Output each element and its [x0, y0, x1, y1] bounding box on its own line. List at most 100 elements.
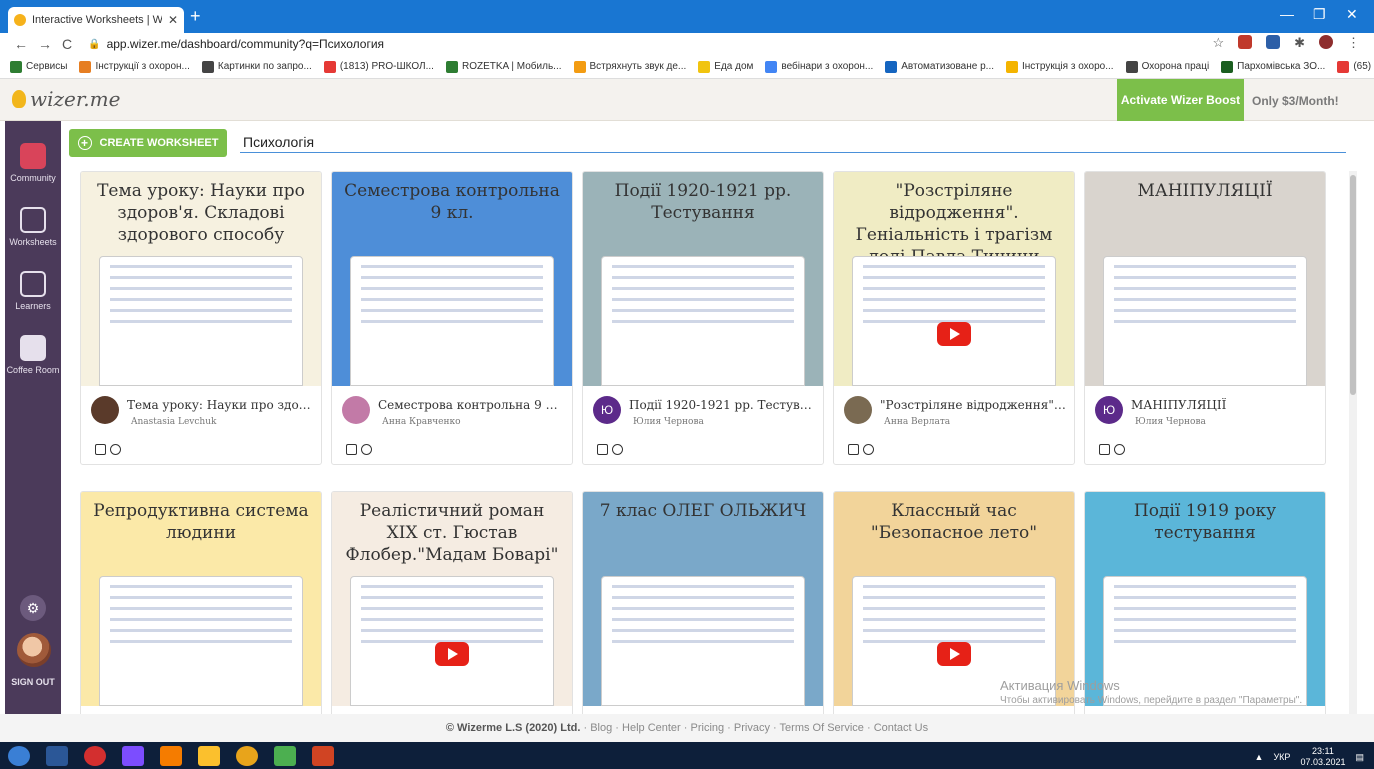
chrome-icon[interactable] — [236, 745, 258, 766]
close-tab-icon[interactable]: ✕ — [168, 13, 178, 27]
footer-link[interactable]: Blog — [590, 722, 612, 734]
forward-icon[interactable]: → — [38, 36, 52, 52]
activate-boost-button[interactable]: Activate Wizer Boost — [1117, 79, 1244, 121]
start-icon[interactable] — [8, 745, 30, 766]
comments-icon[interactable] — [361, 444, 372, 455]
bookmark-item[interactable]: Автоматизоване р... — [885, 60, 994, 73]
footer-link[interactable]: Contact Us — [874, 722, 928, 734]
url-field[interactable]: app.wizer.me/dashboard/community?q=Психо… — [107, 37, 384, 51]
bookmark-item[interactable]: Інструкція з охоро... — [1006, 60, 1114, 73]
card-author[interactable]: Юлия Чернова — [1135, 417, 1206, 427]
bookmark-item[interactable]: Пархомівська ЗО... — [1221, 60, 1325, 73]
worksheet-card[interactable]: Реалістичний роман XIX ст. Гюстав Флобер… — [331, 491, 573, 714]
author-avatar[interactable]: Ю — [593, 396, 621, 424]
photos-icon[interactable] — [160, 745, 182, 766]
worksheet-card[interactable]: 7 клас ОЛЕГ ОЛЬЖИЧ — [582, 491, 824, 714]
puzzle-icon[interactable]: ✱ — [1294, 35, 1305, 51]
minimize-icon[interactable]: — — [1280, 6, 1294, 22]
network-icon[interactable]: ▲ — [1255, 752, 1264, 762]
video-play-icon[interactable] — [435, 642, 469, 666]
wizer-logo[interactable]: wizer.me — [12, 87, 120, 111]
card-title[interactable]: Тема уроку: Науки про здоров'я.... — [127, 398, 313, 412]
comments-icon[interactable] — [863, 444, 874, 455]
card-title[interactable]: Події 1920-1921 рр. Тестування — [629, 398, 815, 412]
video-play-icon[interactable] — [937, 322, 971, 346]
bookmark-item[interactable]: Еда дом — [698, 60, 753, 73]
worksheet-thumbnail[interactable]: Семестрова контрольна 9 кл. — [332, 172, 572, 386]
sidebar-item-worksheets[interactable]: Worksheets — [5, 207, 61, 247]
card-author[interactable]: Юлия Чернова — [633, 417, 704, 427]
sidebar-item-community[interactable]: Community — [5, 143, 61, 183]
restore-icon[interactable]: ❐ — [1313, 6, 1326, 23]
comments-icon[interactable] — [110, 444, 121, 455]
worksheet-card[interactable]: Події 1920-1921 рр. Тестування Ю Події 192… — [582, 171, 824, 465]
comments-icon[interactable] — [612, 444, 623, 455]
footer-link[interactable]: Help Center — [622, 722, 681, 734]
bookmark-item[interactable]: вебінари з охорон... — [765, 60, 873, 73]
worksheet-card[interactable]: Тема уроку: Науки про здоров'я. Складові… — [80, 171, 322, 465]
card-title[interactable]: "Розстріляне відродження". Гені... — [880, 398, 1066, 412]
worksheet-card[interactable]: Події 1919 року тестування — [1084, 491, 1326, 714]
copy-icon[interactable] — [95, 444, 106, 455]
back-icon[interactable]: ← — [14, 36, 28, 52]
extension-icon[interactable] — [1266, 35, 1281, 49]
browser-tab[interactable]: Interactive Worksheets | Wizer.m ✕ — [8, 7, 184, 33]
worksheet-card[interactable]: Семестрова контрольна 9 кл. Семестрова ко… — [331, 171, 573, 465]
notifications-icon[interactable]: ▤ — [1355, 752, 1364, 763]
card-author[interactable]: Анна Верлата — [884, 417, 950, 427]
author-avatar[interactable] — [91, 396, 119, 424]
card-author[interactable]: Anastasia Levchuk — [131, 417, 216, 427]
menu-icon[interactable]: ⋮ — [1347, 35, 1360, 51]
viber-icon[interactable] — [122, 745, 144, 766]
settings-gear-icon[interactable]: ⚙ — [20, 595, 46, 621]
footer-link[interactable]: Pricing — [691, 722, 725, 734]
worksheet-thumbnail[interactable]: 7 клас ОЛЕГ ОЛЬЖИЧ — [583, 492, 823, 706]
bookmark-item[interactable]: Охорона праці — [1125, 60, 1209, 73]
powerpoint-icon[interactable] — [312, 745, 334, 766]
bookmark-item[interactable]: Встряхнуть звук де... — [573, 60, 686, 73]
sidebar-item-coffee-room[interactable]: Coffee Room — [5, 335, 61, 375]
worksheet-card[interactable]: Репродуктивна система людини — [80, 491, 322, 714]
worksheet-card[interactable]: МАНІПУЛЯЦІЇ Ю МАНІПУЛЯЦІЇ Юлия Чернова — [1084, 171, 1326, 465]
reload-icon[interactable]: C — [62, 36, 72, 52]
bookmark-item[interactable]: (1813) PRO-ШКОЛ... — [323, 60, 434, 73]
bookmark-item[interactable]: ROZETKA | Мобиль... — [445, 60, 562, 73]
worksheet-thumbnail[interactable]: Події 1920-1921 рр. Тестування — [583, 172, 823, 386]
author-avatar[interactable]: Ю — [1095, 396, 1123, 424]
copy-icon[interactable] — [1099, 444, 1110, 455]
worksheet-thumbnail[interactable]: Події 1919 року тестування — [1085, 492, 1325, 706]
app-icon[interactable] — [274, 745, 296, 766]
worksheet-thumbnail[interactable]: Классный час "Безопасное лето" — [834, 492, 1074, 706]
bookmark-item[interactable]: Картинки по запро... — [201, 60, 312, 73]
extension-icon[interactable] — [1238, 35, 1253, 49]
opera-icon[interactable] — [84, 745, 106, 766]
bookmark-item[interactable]: Інструкції з охорон... — [79, 60, 190, 73]
word-icon[interactable] — [46, 745, 68, 766]
copy-icon[interactable] — [346, 444, 357, 455]
worksheet-thumbnail[interactable]: Репродуктивна система людини — [81, 492, 321, 706]
comments-icon[interactable] — [1114, 444, 1125, 455]
worksheet-thumbnail[interactable]: Реалістичний роман XIX ст. Гюстав Флобер… — [332, 492, 572, 706]
card-title[interactable]: МАНІПУЛЯЦІЇ — [1131, 398, 1317, 412]
search-input[interactable] — [240, 131, 1346, 153]
bookmark-item[interactable]: Сервисы — [10, 60, 67, 73]
new-tab-icon[interactable]: + — [190, 7, 201, 25]
sidebar-item-learners[interactable]: Learners — [5, 271, 61, 311]
card-title[interactable]: Семестрова контрольна 9 кл. — [378, 398, 564, 412]
footer-link[interactable]: Terms Of Service — [780, 722, 864, 734]
scrollbar[interactable] — [1349, 171, 1357, 714]
language-indicator[interactable]: УКР — [1273, 752, 1290, 762]
copy-icon[interactable] — [848, 444, 859, 455]
copy-icon[interactable] — [597, 444, 608, 455]
footer-link[interactable]: Privacy — [734, 722, 770, 734]
bookmark-item[interactable]: (65) Гимнастика дл... — [1337, 60, 1374, 73]
worksheet-thumbnail[interactable]: МАНІПУЛЯЦІЇ — [1085, 172, 1325, 386]
scrollbar-thumb[interactable] — [1350, 175, 1356, 395]
video-play-icon[interactable] — [937, 642, 971, 666]
clock[interactable]: 23:11 07.03.2021 — [1300, 746, 1345, 768]
profile-icon[interactable] — [1319, 35, 1333, 49]
worksheet-thumbnail[interactable]: Тема уроку: Науки про здоров'я. Складові… — [81, 172, 321, 386]
author-avatar[interactable] — [844, 396, 872, 424]
worksheet-card[interactable]: "Розстріляне відродження". Геніальність … — [833, 171, 1075, 465]
worksheet-thumbnail[interactable]: "Розстріляне відродження". Геніальність … — [834, 172, 1074, 386]
